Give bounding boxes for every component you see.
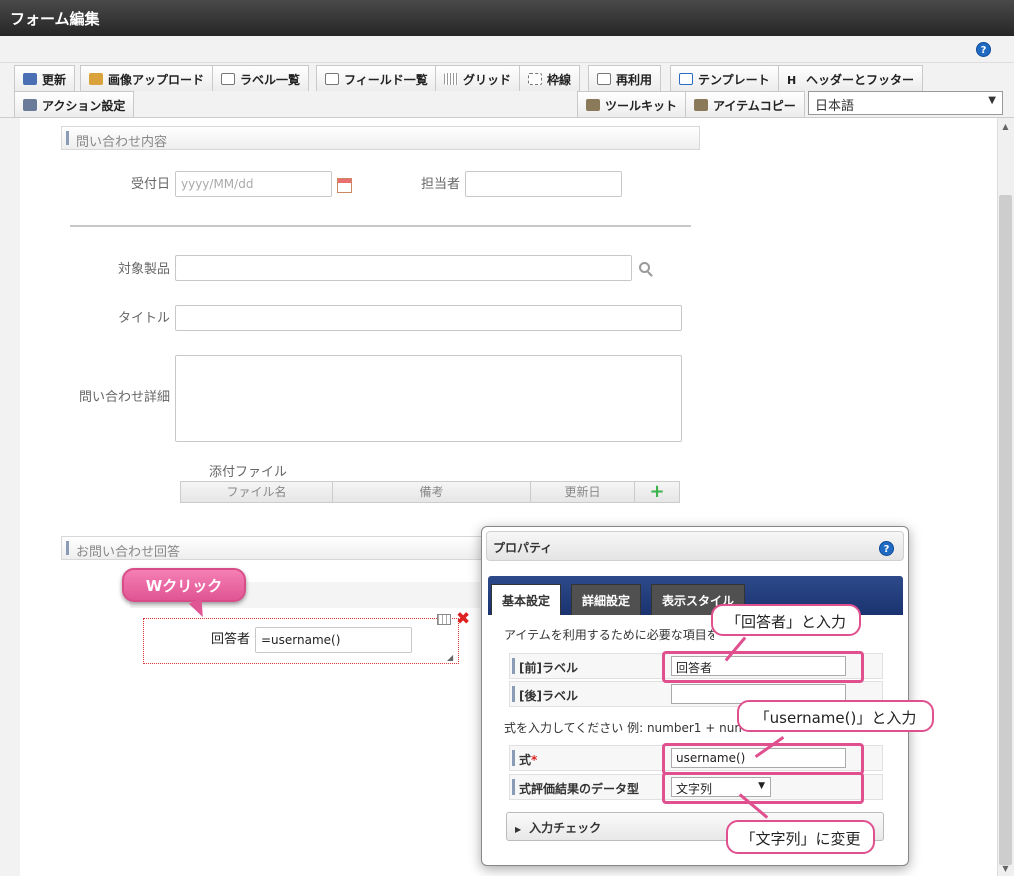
detail-label: 問い合わせ詳細: [78, 390, 170, 405]
answerer-input[interactable]: =username(): [255, 627, 412, 653]
received-date-placeholder: yyyy/MM/dd: [181, 177, 254, 191]
calendar-icon[interactable]: [337, 178, 352, 193]
input-check-label: 入力チェック: [529, 821, 602, 835]
title-input[interactable]: [175, 305, 682, 331]
tab-basic-settings[interactable]: 基本設定: [491, 584, 562, 615]
post-label-label: [後]ラベル: [519, 689, 578, 703]
toolkit-icon: [586, 99, 600, 111]
highlight-formula: [662, 743, 864, 775]
header-footer-button[interactable]: H ヘッダーとフッター: [778, 65, 924, 91]
callout-double-click: Wクリック: [122, 568, 246, 602]
detail-textarea[interactable]: [175, 355, 682, 442]
item-copy-button[interactable]: アイテムコピー: [685, 91, 805, 117]
resize-handle-icon[interactable]: ◢: [447, 653, 453, 662]
datatype-label: 式評価結果のデータ型: [519, 782, 640, 796]
language-select[interactable]: 日本語 ▼: [808, 91, 1003, 115]
attachment-col-updated: 更新日: [531, 482, 635, 502]
update-label: 更新: [42, 73, 67, 87]
help-icon[interactable]: ?: [976, 42, 991, 57]
callout-change-string: 「文字列」に変更: [726, 820, 875, 854]
border-icon: [528, 73, 542, 85]
product-label: 対象製品: [117, 262, 170, 277]
divider: [70, 225, 691, 227]
chevron-down-icon: ▼: [988, 95, 996, 106]
header-footer-label: ヘッダーとフッター: [806, 73, 915, 87]
reuse-label: 再利用: [616, 73, 653, 87]
left-gutter: [0, 118, 20, 876]
reuse-button[interactable]: 再利用: [588, 65, 662, 91]
update-icon: [23, 73, 37, 85]
add-icon[interactable]: +: [635, 482, 679, 502]
border-label: 枠線: [547, 73, 572, 87]
property-panel-header[interactable]: プロパティ: [486, 531, 904, 561]
tab-detail-settings[interactable]: 詳細設定: [571, 584, 642, 615]
highlight-datatype: [662, 772, 864, 804]
pre-label-label: [前]ラベル: [519, 661, 578, 675]
header-footer-icon: H: [787, 74, 797, 87]
received-date-label: 受付日: [130, 177, 170, 192]
required-mark: *: [531, 753, 538, 767]
formula-description: 式を入力してください 例: number1 + numbe: [504, 721, 744, 735]
attachment-col-filename: ファイル名: [181, 482, 333, 502]
language-value: 日本語: [815, 99, 855, 114]
scroll-down-icon[interactable]: ▼: [999, 864, 1012, 873]
panel-help-icon[interactable]: ?: [879, 541, 894, 556]
expand-icon: ▶: [515, 825, 522, 834]
scroll-thumb[interactable]: [999, 195, 1012, 865]
field-list-label: フィールド一覧: [344, 73, 428, 87]
callout-enter-answerer: 「回答者」と入力: [711, 604, 861, 636]
attachment-table: ファイル名 備考 更新日 +: [180, 481, 680, 503]
field-list-button[interactable]: フィールド一覧: [316, 65, 437, 91]
delete-icon[interactable]: ✖: [456, 609, 470, 629]
grid-label: グリッド: [463, 73, 512, 87]
attachment-col-note: 備考: [333, 482, 531, 502]
property-panel: プロパティ ? 基本設定 詳細設定 表示スタイル アイテムを利用するために必要な…: [481, 526, 909, 866]
action-settings-icon: [23, 99, 37, 111]
label-list-button[interactable]: ラベル一覧: [212, 65, 310, 91]
callout-enter-username: 「username()」と入力: [737, 700, 934, 732]
assignee-input[interactable]: [465, 171, 622, 197]
table-icon[interactable]: [437, 614, 451, 625]
grid-button[interactable]: グリッド: [435, 65, 521, 91]
reuse-icon: [597, 73, 611, 85]
assignee-label: 担当者: [420, 177, 460, 192]
action-settings-label: アクション設定: [42, 99, 126, 113]
label-list-label: ラベル一覧: [240, 73, 301, 87]
help-row: ?: [0, 36, 1014, 63]
border-button[interactable]: 枠線: [519, 65, 581, 91]
template-button[interactable]: テンプレート: [670, 65, 779, 91]
highlight-pre-label: [662, 651, 864, 683]
toolkit-label: ツールキット: [605, 99, 678, 113]
image-upload-icon: [89, 73, 103, 85]
section-inquiry[interactable]: 問い合わせ内容: [61, 126, 700, 150]
field-list-icon: [325, 73, 339, 85]
section-answer[interactable]: お問い合わせ回答: [61, 536, 521, 560]
attachment-label: 添付ファイル: [209, 465, 288, 480]
image-upload-button[interactable]: 画像アップロード: [80, 65, 214, 91]
scroll-up-icon[interactable]: ▲: [999, 122, 1012, 131]
template-label: テンプレート: [698, 73, 770, 87]
item-copy-icon: [694, 99, 708, 111]
property-panel-title: プロパティ: [493, 541, 553, 555]
action-settings-button[interactable]: アクション設定: [14, 91, 135, 117]
label-list-icon: [221, 73, 235, 85]
template-icon: [679, 73, 693, 85]
formula-label: 式: [519, 753, 532, 767]
toolbar: 更新 画像アップロード ラベル一覧 フィールド一覧 グリッド 枠線 再利用 テン…: [0, 63, 1014, 118]
product-input[interactable]: [175, 255, 632, 281]
update-button[interactable]: 更新: [14, 65, 76, 91]
toolkit-button[interactable]: ツールキット: [577, 91, 687, 117]
grid-icon: [444, 73, 458, 85]
panel-description: アイテムを利用するために必要な項目を設: [504, 628, 714, 642]
item-copy-label: アイテムコピー: [713, 99, 796, 113]
window-title: フォーム編集: [0, 0, 1014, 36]
title-label: タイトル: [117, 311, 170, 326]
answerer-label: 回答者: [210, 632, 250, 647]
image-upload-label: 画像アップロード: [108, 73, 205, 87]
received-date-input[interactable]: yyyy/MM/dd: [175, 171, 332, 197]
